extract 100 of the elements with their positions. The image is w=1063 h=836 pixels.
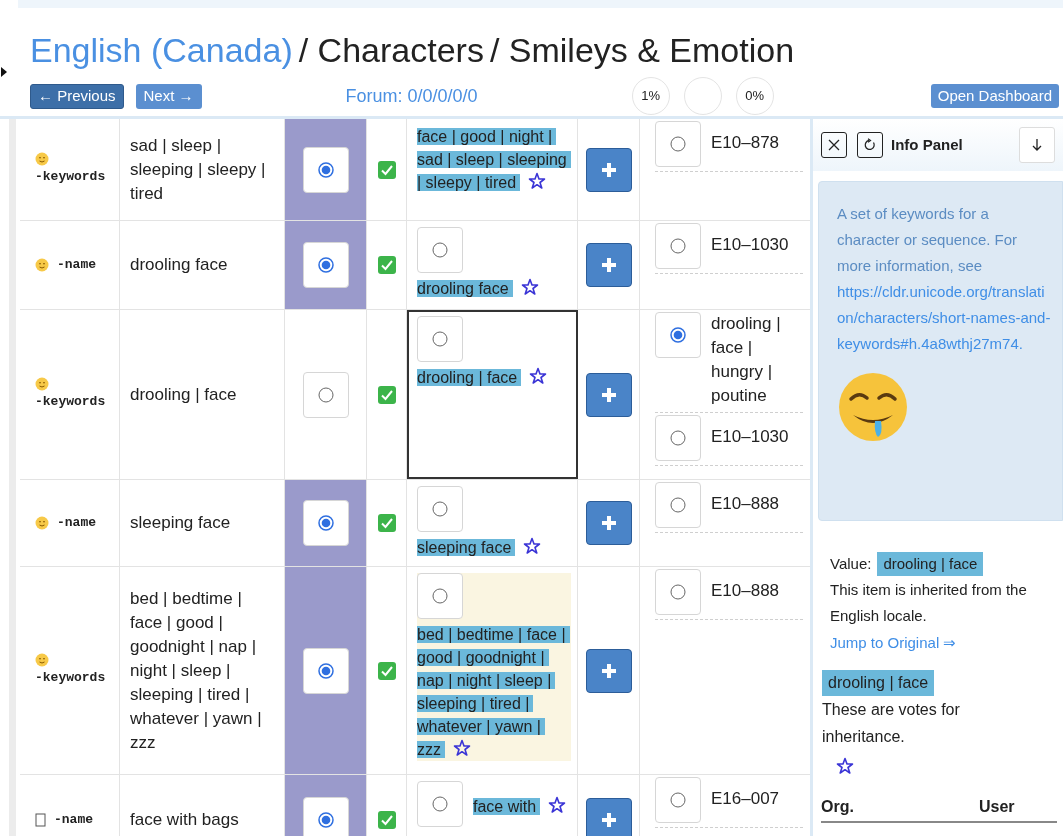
code-label: -name [54,810,93,829]
plus-icon [600,515,617,531]
add-button[interactable] [585,243,632,287]
radio-button[interactable] [655,415,701,461]
panel-title: Info Panel [891,134,963,155]
alternative-value: drooling | face | hungry | poutine [711,313,782,407]
english-value: drooling | face [130,383,237,406]
reference-link[interactable]: https://cldr.unicode.org/translation/characters/short-names-and-keywords#h.4a8wthj27m74. [837,279,1052,357]
radio-button[interactable] [417,227,463,273]
face-emoji-icon [35,652,49,667]
radio-circle-icon [670,792,686,808]
star-icon[interactable] [836,757,854,775]
radio-button[interactable] [417,781,463,827]
radio-button[interactable] [302,371,349,418]
star-icon[interactable] [453,739,471,757]
radio-circle-icon [432,242,448,258]
face-emoji-icon [35,258,49,272]
face-emoji-icon [35,151,49,166]
add-button[interactable] [585,648,632,693]
star-icon[interactable] [523,537,542,555]
add-button[interactable] [585,501,632,545]
radio-button[interactable] [655,312,701,358]
next-button[interactable]: Next → [135,83,202,109]
winning-value: drooling | face [417,366,548,389]
english-value: bed | bedtime | face | good | goodnight | nap | night | sleep | sleeping | tired | whatever | yawn | zzz [130,587,263,754]
votes-note: These are votes for inheritance. [822,700,961,747]
radio-circle-icon [432,588,448,604]
radio-button[interactable] [302,500,349,546]
radio-circle-icon [317,161,334,178]
code-label: -name [57,514,96,532]
radio-circle-icon [317,257,334,273]
alternative-value: E10–1030 [711,426,789,448]
radio-circle-icon [317,662,334,679]
radio-circle-icon [432,796,448,812]
radio-button[interactable] [655,223,701,269]
radio-circle-icon [670,584,686,600]
plus-icon [600,386,617,403]
download-button[interactable] [1019,127,1055,163]
plus-icon [600,161,617,178]
alternative-value: E10–888 [711,580,780,602]
radio-button[interactable] [417,316,463,362]
star-icon[interactable] [529,367,548,385]
winning-value: bed | bedtime | face | good | goodnight | nap | night | sleep | sleeping | tired | whatever | yawn | zzz [417,623,571,761]
alternative-value: E16–007 [711,788,780,810]
face-emoji-icon [35,516,49,530]
star-icon[interactable] [548,795,567,814]
english-value: drooling face [130,254,228,276]
drooling-face-icon [837,371,909,443]
column-header: Org. [821,797,855,817]
star-icon[interactable] [520,278,539,296]
triangle-icon[interactable] [0,66,8,78]
winning-value: sleeping face [417,536,542,559]
arrow-down-icon [1031,138,1043,152]
radio-button[interactable] [655,121,701,167]
radio-circle-icon [317,515,334,531]
radio-circle-icon [670,136,686,152]
close-icon [827,138,841,152]
radio-circle-icon [317,386,334,403]
add-button[interactable] [585,797,632,836]
radio-circle-icon [317,811,334,828]
radio-circle-icon [670,497,686,513]
radio-circle-icon [432,331,448,347]
plus-icon [600,662,617,679]
current-value: drooling | face [877,552,984,576]
code-label: -name [57,256,96,274]
winning-value: face | good | night | sad | sleep | sleeping | sleepy | tired [417,125,571,194]
radio-button[interactable] [302,146,349,193]
jump-to-original-link[interactable]: Jump to Original ⇒ [828,630,1057,656]
column-header: User [979,797,1015,817]
plus-icon [600,811,617,828]
vote-value: drooling | face [822,670,935,696]
open-dashboard-button[interactable]: Open Dashboard [930,84,1059,108]
previous-button[interactable]: ← Previous [30,83,124,109]
alternative-value: E10–1030 [711,234,789,256]
add-button[interactable] [585,147,632,192]
winning-value: drooling face [417,277,539,300]
forum-link[interactable]: Forum: 0/0/0/0/0 [345,82,478,110]
radio-button[interactable] [302,796,349,836]
radio-circle-icon [432,501,448,517]
radio-circle-icon [670,238,686,254]
close-button[interactable] [821,132,847,158]
radio-circle-icon [670,327,686,343]
code-label: -keywords [35,167,106,186]
radio-button[interactable] [302,242,349,288]
inherited-note: This item is inherited from the English locale. [829,580,1028,626]
value-label: Value: [830,554,872,574]
breadcrumb: / Smileys & Emotion [489,30,795,71]
add-button[interactable] [585,372,632,417]
radio-button[interactable] [417,486,463,532]
code-label: -keywords [35,392,106,411]
winning-value: face with [473,794,567,818]
refresh-button[interactable] [857,132,883,158]
radio-button[interactable] [417,573,463,619]
code-label: -keywords [35,668,106,687]
radio-button[interactable] [655,482,701,528]
star-icon[interactable] [528,172,547,190]
locale-link[interactable]: English (Canada) [30,28,293,72]
radio-button[interactable] [655,777,701,823]
radio-button[interactable] [302,647,349,694]
radio-button[interactable] [655,569,701,615]
